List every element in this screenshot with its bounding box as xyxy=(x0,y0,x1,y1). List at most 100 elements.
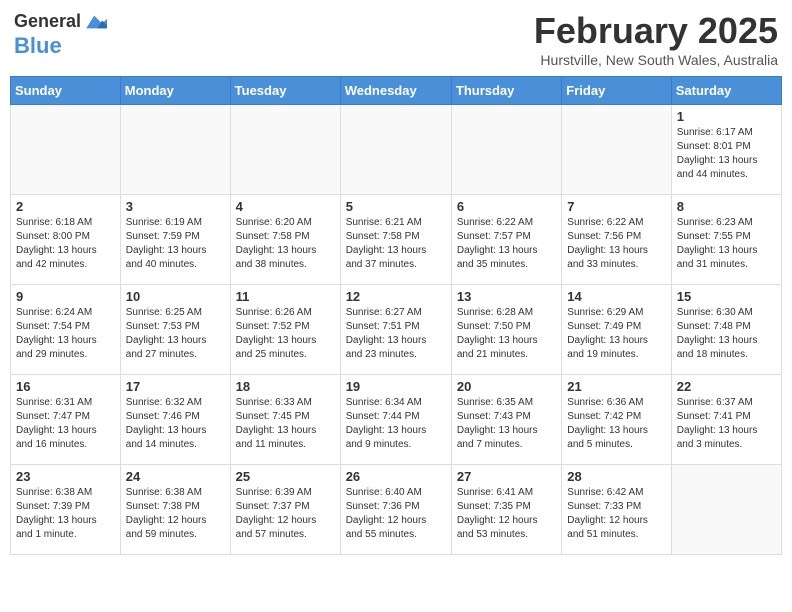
calendar-header-row: SundayMondayTuesdayWednesdayThursdayFrid… xyxy=(11,77,782,105)
day-number: 11 xyxy=(236,289,335,304)
logo: General Blue xyxy=(14,10,107,58)
calendar-cell xyxy=(230,105,340,195)
day-info: Sunrise: 6:25 AM Sunset: 7:53 PM Dayligh… xyxy=(126,306,225,362)
day-number: 6 xyxy=(457,199,556,214)
day-info: Sunrise: 6:22 AM Sunset: 7:57 PM Dayligh… xyxy=(457,216,556,272)
day-number: 24 xyxy=(126,469,225,484)
calendar-cell: 2 Sunrise: 6:18 AM Sunset: 8:00 PM Daylig… xyxy=(11,195,121,285)
calendar-cell: 20 Sunrise: 6:35 AM Sunset: 7:43 PM Dayli… xyxy=(451,375,561,465)
day-info: Sunrise: 6:18 AM Sunset: 8:00 PM Dayligh… xyxy=(16,216,115,272)
day-number: 8 xyxy=(677,199,776,214)
day-info: Sunrise: 6:42 AM Sunset: 7:33 PM Dayligh… xyxy=(567,486,665,542)
calendar-cell: 10 Sunrise: 6:25 AM Sunset: 7:53 PM Dayli… xyxy=(120,285,230,375)
day-info: Sunrise: 6:17 AM Sunset: 8:01 PM Dayligh… xyxy=(677,126,776,182)
day-number: 16 xyxy=(16,379,115,394)
day-number: 4 xyxy=(236,199,335,214)
day-info: Sunrise: 6:19 AM Sunset: 7:59 PM Dayligh… xyxy=(126,216,225,272)
calendar-cell: 24 Sunrise: 6:38 AM Sunset: 7:38 PM Dayli… xyxy=(120,465,230,555)
day-info: Sunrise: 6:21 AM Sunset: 7:58 PM Dayligh… xyxy=(346,216,446,272)
day-number: 19 xyxy=(346,379,446,394)
day-info: Sunrise: 6:24 AM Sunset: 7:54 PM Dayligh… xyxy=(16,306,115,362)
day-info: Sunrise: 6:38 AM Sunset: 7:38 PM Dayligh… xyxy=(126,486,225,542)
day-number: 9 xyxy=(16,289,115,304)
calendar-table: SundayMondayTuesdayWednesdayThursdayFrid… xyxy=(10,76,782,555)
day-info: Sunrise: 6:30 AM Sunset: 7:48 PM Dayligh… xyxy=(677,306,776,362)
calendar-cell xyxy=(451,105,561,195)
calendar-cell: 27 Sunrise: 6:41 AM Sunset: 7:35 PM Dayli… xyxy=(451,465,561,555)
calendar-cell: 15 Sunrise: 6:30 AM Sunset: 7:48 PM Dayli… xyxy=(671,285,781,375)
day-info: Sunrise: 6:38 AM Sunset: 7:39 PM Dayligh… xyxy=(16,486,115,542)
day-number: 26 xyxy=(346,469,446,484)
location-subtitle: Hurstville, New South Wales, Australia xyxy=(534,52,778,68)
day-info: Sunrise: 6:20 AM Sunset: 7:58 PM Dayligh… xyxy=(236,216,335,272)
calendar-cell: 26 Sunrise: 6:40 AM Sunset: 7:36 PM Dayli… xyxy=(340,465,451,555)
day-number: 25 xyxy=(236,469,335,484)
day-info: Sunrise: 6:22 AM Sunset: 7:56 PM Dayligh… xyxy=(567,216,665,272)
day-info: Sunrise: 6:28 AM Sunset: 7:50 PM Dayligh… xyxy=(457,306,556,362)
day-info: Sunrise: 6:34 AM Sunset: 7:44 PM Dayligh… xyxy=(346,396,446,452)
day-info: Sunrise: 6:35 AM Sunset: 7:43 PM Dayligh… xyxy=(457,396,556,452)
calendar-cell: 9 Sunrise: 6:24 AM Sunset: 7:54 PM Daylig… xyxy=(11,285,121,375)
calendar-cell xyxy=(340,105,451,195)
day-info: Sunrise: 6:26 AM Sunset: 7:52 PM Dayligh… xyxy=(236,306,335,362)
title-block: February 2025 Hurstville, New South Wale… xyxy=(534,10,778,68)
calendar-cell: 16 Sunrise: 6:31 AM Sunset: 7:47 PM Dayli… xyxy=(11,375,121,465)
calendar-cell: 4 Sunrise: 6:20 AM Sunset: 7:58 PM Daylig… xyxy=(230,195,340,285)
day-number: 14 xyxy=(567,289,665,304)
day-number: 7 xyxy=(567,199,665,214)
day-info: Sunrise: 6:37 AM Sunset: 7:41 PM Dayligh… xyxy=(677,396,776,452)
day-number: 13 xyxy=(457,289,556,304)
calendar-cell: 25 Sunrise: 6:39 AM Sunset: 7:37 PM Dayli… xyxy=(230,465,340,555)
calendar-cell: 3 Sunrise: 6:19 AM Sunset: 7:59 PM Daylig… xyxy=(120,195,230,285)
col-header-sunday: Sunday xyxy=(11,77,121,105)
col-header-friday: Friday xyxy=(562,77,671,105)
week-row-1: 1 Sunrise: 6:17 AM Sunset: 8:01 PM Daylig… xyxy=(11,105,782,195)
day-number: 22 xyxy=(677,379,776,394)
day-info: Sunrise: 6:33 AM Sunset: 7:45 PM Dayligh… xyxy=(236,396,335,452)
calendar-cell: 11 Sunrise: 6:26 AM Sunset: 7:52 PM Dayli… xyxy=(230,285,340,375)
day-number: 27 xyxy=(457,469,556,484)
day-number: 23 xyxy=(16,469,115,484)
day-number: 12 xyxy=(346,289,446,304)
calendar-cell xyxy=(11,105,121,195)
calendar-cell xyxy=(671,465,781,555)
day-number: 21 xyxy=(567,379,665,394)
week-row-5: 23 Sunrise: 6:38 AM Sunset: 7:39 PM Dayli… xyxy=(11,465,782,555)
col-header-saturday: Saturday xyxy=(671,77,781,105)
day-number: 10 xyxy=(126,289,225,304)
calendar-cell: 28Sunrise: 6:42 AM Sunset: 7:33 PM Dayli… xyxy=(562,465,671,555)
day-info: Sunrise: 6:32 AM Sunset: 7:46 PM Dayligh… xyxy=(126,396,225,452)
day-info: Sunrise: 6:31 AM Sunset: 7:47 PM Dayligh… xyxy=(16,396,115,452)
calendar-cell: 6 Sunrise: 6:22 AM Sunset: 7:57 PM Daylig… xyxy=(451,195,561,285)
calendar-cell: 1 Sunrise: 6:17 AM Sunset: 8:01 PM Daylig… xyxy=(671,105,781,195)
calendar-cell: 17Sunrise: 6:32 AM Sunset: 7:46 PM Dayli… xyxy=(120,375,230,465)
calendar-cell: 19 Sunrise: 6:34 AM Sunset: 7:44 PM Dayli… xyxy=(340,375,451,465)
day-number: 3 xyxy=(126,199,225,214)
day-number: 15 xyxy=(677,289,776,304)
day-info: Sunrise: 6:29 AM Sunset: 7:49 PM Dayligh… xyxy=(567,306,665,362)
calendar-cell xyxy=(562,105,671,195)
col-header-tuesday: Tuesday xyxy=(230,77,340,105)
calendar-cell: 5 Sunrise: 6:21 AM Sunset: 7:58 PM Daylig… xyxy=(340,195,451,285)
calendar-cell: 7 Sunrise: 6:22 AM Sunset: 7:56 PM Daylig… xyxy=(562,195,671,285)
day-number: 20 xyxy=(457,379,556,394)
logo-text: General xyxy=(14,12,81,32)
week-row-3: 9 Sunrise: 6:24 AM Sunset: 7:54 PM Daylig… xyxy=(11,285,782,375)
day-number: 1 xyxy=(677,109,776,124)
day-info: Sunrise: 6:39 AM Sunset: 7:37 PM Dayligh… xyxy=(236,486,335,542)
week-row-4: 16 Sunrise: 6:31 AM Sunset: 7:47 PM Dayli… xyxy=(11,375,782,465)
logo-blue-text: Blue xyxy=(14,34,62,58)
day-info: Sunrise: 6:40 AM Sunset: 7:36 PM Dayligh… xyxy=(346,486,446,542)
col-header-wednesday: Wednesday xyxy=(340,77,451,105)
page-header: General Blue February 2025 Hurstville, N… xyxy=(10,10,782,68)
week-row-2: 2 Sunrise: 6:18 AM Sunset: 8:00 PM Daylig… xyxy=(11,195,782,285)
calendar-cell xyxy=(120,105,230,195)
day-number: 2 xyxy=(16,199,115,214)
calendar-cell: 21Sunrise: 6:36 AM Sunset: 7:42 PM Dayli… xyxy=(562,375,671,465)
col-header-monday: Monday xyxy=(120,77,230,105)
day-info: Sunrise: 6:41 AM Sunset: 7:35 PM Dayligh… xyxy=(457,486,556,542)
calendar-cell: 13 Sunrise: 6:28 AM Sunset: 7:50 PM Dayli… xyxy=(451,285,561,375)
calendar-cell: 22 Sunrise: 6:37 AM Sunset: 7:41 PM Dayli… xyxy=(671,375,781,465)
day-number: 5 xyxy=(346,199,446,214)
day-info: Sunrise: 6:27 AM Sunset: 7:51 PM Dayligh… xyxy=(346,306,446,362)
